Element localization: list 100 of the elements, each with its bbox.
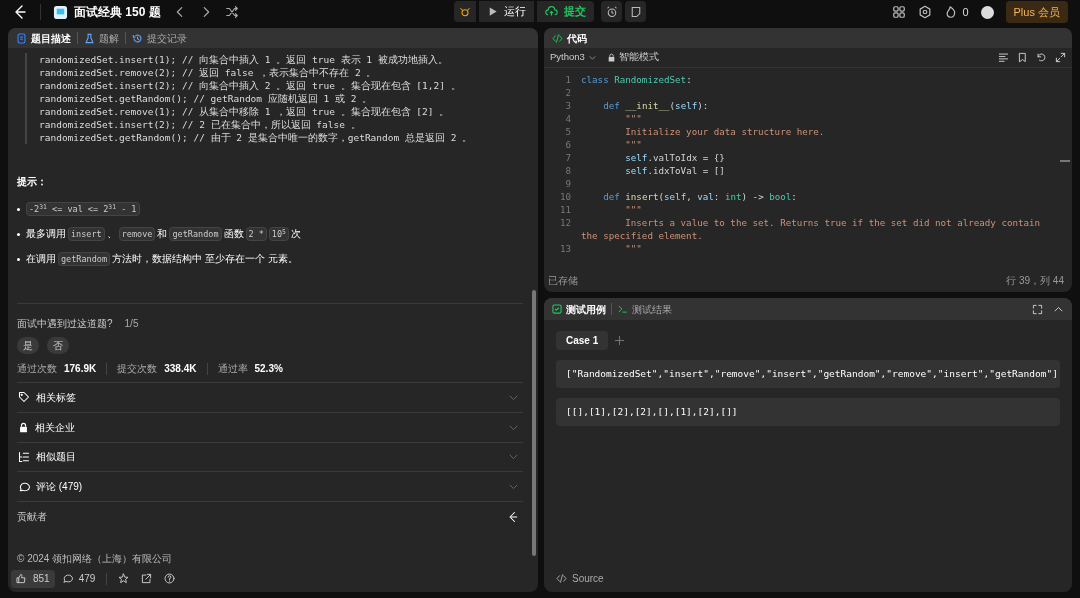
alarm-button[interactable] bbox=[601, 1, 622, 22]
code-line: self.idxToVal = [] bbox=[624, 164, 726, 177]
hint-text: 最多调用 insert 、 remove 和 getRandom 函数 2 * 10$^{5}$ 次 bbox=[25, 226, 302, 242]
code-line: class RandomizedSet: bbox=[581, 73, 693, 86]
comment-icon bbox=[18, 480, 30, 493]
document-icon bbox=[16, 32, 27, 44]
debug-button[interactable] bbox=[454, 1, 476, 22]
answer-chip[interactable]: 是 bbox=[17, 337, 39, 354]
stat-label: 提交次数 bbox=[117, 362, 158, 376]
collapsible-section[interactable]: 相似题目 bbox=[17, 441, 523, 472]
panel-tab[interactable]: 测试结果 bbox=[617, 301, 672, 317]
note-button[interactable] bbox=[625, 1, 646, 22]
chevron-down-icon bbox=[587, 53, 597, 62]
panel-tab[interactable]: 题解 bbox=[84, 30, 119, 46]
comment-icon bbox=[61, 573, 73, 584]
line-number: 11 bbox=[558, 203, 571, 216]
shuffle-icon[interactable] bbox=[224, 5, 239, 19]
collapsible-section[interactable]: 相关标签 bbox=[17, 382, 523, 412]
flask-icon bbox=[84, 32, 95, 44]
section-title: 相似题目 bbox=[36, 450, 76, 465]
panel-tab[interactable]: 测试用例 bbox=[552, 301, 606, 317]
panel-tab[interactable]: 题目描述 bbox=[16, 30, 71, 46]
hint-text: -2$^{31}$ <= val <= 2$^{31}$ - 1 bbox=[25, 201, 141, 217]
panel-title: 代码 bbox=[567, 31, 587, 46]
lock-icon bbox=[18, 421, 29, 433]
alarm-icon bbox=[605, 5, 618, 18]
code-line: """ bbox=[624, 203, 643, 216]
vote-count: 1/5 bbox=[124, 317, 139, 331]
code-line: Initialize your data structure here. bbox=[624, 125, 826, 138]
scrollbar-marker bbox=[1060, 160, 1070, 162]
help-icon[interactable] bbox=[164, 573, 176, 584]
book-icon bbox=[53, 4, 68, 20]
input-field[interactable]: [[],[1],[2],[2],[],[1],[2],[]] bbox=[556, 398, 1060, 426]
bullet bbox=[17, 257, 20, 261]
line-number: 4 bbox=[564, 112, 571, 125]
expand-icon[interactable] bbox=[1055, 52, 1066, 63]
add-icon[interactable] bbox=[614, 335, 626, 346]
stat-value: 52.3% bbox=[254, 362, 283, 376]
stat-value: 176.9K bbox=[64, 362, 97, 376]
play-icon bbox=[487, 6, 498, 17]
scrollbar-thumb[interactable] bbox=[532, 290, 536, 556]
share-icon[interactable] bbox=[141, 573, 153, 584]
tag-icon bbox=[18, 391, 30, 404]
language-dropdown[interactable]: Python3 bbox=[550, 50, 597, 65]
star-icon[interactable] bbox=[118, 573, 130, 584]
section-title: 评论 (479) bbox=[36, 480, 83, 495]
list-icon bbox=[18, 451, 30, 463]
code-icon bbox=[552, 32, 563, 44]
code-line: """ bbox=[624, 242, 643, 255]
history-icon bbox=[132, 32, 143, 44]
line-number: 9 bbox=[564, 177, 571, 190]
input-field[interactable]: ["RandomizedSet","insert","remove","insert","getRandom","remove","insert","getRandom"] bbox=[556, 360, 1060, 388]
like-button[interactable]: 851 bbox=[11, 569, 55, 588]
problem-list-title[interactable]: 面试经典 150 题 bbox=[74, 3, 161, 21]
submit-button[interactable]: 提交 bbox=[537, 1, 594, 22]
section-title: 相关标签 bbox=[36, 390, 76, 405]
section-title: 相关企业 bbox=[35, 420, 75, 435]
checkbox-icon bbox=[552, 304, 562, 314]
case-tab[interactable]: Case 1 bbox=[556, 331, 609, 350]
layout-icon[interactable] bbox=[892, 5, 907, 19]
hints-heading: 提示： bbox=[17, 175, 48, 189]
mode-toggle[interactable]: 智能模式 bbox=[606, 50, 659, 65]
code-line: """ bbox=[624, 138, 643, 151]
answer-chip[interactable]: 否 bbox=[47, 337, 69, 354]
code-icon bbox=[556, 573, 567, 584]
stat-value: 338.4K bbox=[164, 362, 197, 376]
cursor-position: 行 39，列 44 bbox=[1006, 273, 1064, 288]
plus-button[interactable]: Plus 会员 bbox=[1005, 1, 1068, 23]
line-number: 13 bbox=[558, 242, 571, 255]
example-code-block: randomizedSet.insert(1); // 向集合中插入 1 。返回 true 表示 1 被成功地插入。 randomizedSet.remove(2); // 返回 false ，表示集合中不存在 2 。 randomizedSet.insert(2); // 向集合中插入 2 。返回 true 。集合现在包含 [1,2] 。 randomizedSet.getRandom(); // getRandom 应随机返回 1 或 2 。 randomizedSet.remove(1); // 从集合中移除 1 ，返回 true 。集合现在包含 [2] 。 randomizedSet.insert(2); // 2 已在集合中，所以返回 false 。 randomizedSet.getRandom(); // 由于 2 是集合中唯一的数字，getRandom 总是返回 2 。 bbox=[25, 53, 523, 144]
bookmark-icon[interactable] bbox=[1017, 52, 1028, 63]
code-line: """ bbox=[624, 112, 643, 125]
line-number: 1 bbox=[564, 73, 571, 86]
note-icon bbox=[629, 5, 642, 18]
line-number: 2 bbox=[564, 86, 571, 99]
save-status: 已存储 bbox=[548, 273, 578, 288]
run-button[interactable]: 运行 bbox=[479, 1, 534, 22]
hint-text: 在调用 getRandom 方法时，数据结构中 至少存在一个 元素。 bbox=[25, 251, 299, 267]
collapsible-section[interactable]: 评论 (479) bbox=[17, 471, 523, 502]
line-number: 6 bbox=[564, 138, 571, 151]
comments-button[interactable]: 479 bbox=[56, 569, 101, 588]
fullscreen-icon[interactable] bbox=[1032, 303, 1043, 315]
avatar[interactable] bbox=[980, 5, 994, 19]
copyright: © 2024 领扣网络（上海）有限公司 bbox=[17, 552, 174, 566]
settings-icon[interactable] bbox=[918, 5, 933, 19]
collapsible-section[interactable]: 相关企业 bbox=[17, 411, 523, 442]
bug-icon bbox=[459, 5, 471, 18]
line-number: 10 bbox=[558, 190, 571, 203]
bullet bbox=[17, 207, 20, 211]
line-number: 12 bbox=[558, 216, 571, 230]
format-icon[interactable] bbox=[998, 52, 1009, 63]
source-link[interactable]: Source bbox=[572, 571, 604, 586]
cloud-upload-icon bbox=[545, 5, 558, 18]
terminal-icon bbox=[617, 304, 628, 314]
interview-question: 面试中遇到过这道题? bbox=[17, 317, 113, 331]
bullet bbox=[17, 232, 20, 236]
panel-tab[interactable]: 提交记录 bbox=[132, 30, 187, 46]
reset-icon[interactable] bbox=[1036, 52, 1047, 63]
line-number: 5 bbox=[564, 125, 571, 138]
line-number: 8 bbox=[564, 164, 571, 177]
